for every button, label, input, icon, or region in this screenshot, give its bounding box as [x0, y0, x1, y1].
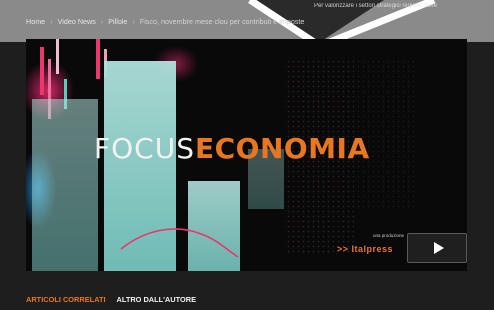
producer-label: una produzione — [373, 233, 405, 238]
page: Per valorizzare i settori strategici reg… — [0, 0, 494, 310]
video-title-focus: FOCUS — [94, 132, 195, 165]
play-icon — [433, 242, 444, 254]
video-title-economia: ECONOMIA — [194, 132, 370, 165]
tab-altro-dall-autore[interactable]: ALTRO DALL'AUTORE — [117, 295, 197, 304]
breadcrumb-video-news-link[interactable]: Video News — [58, 17, 96, 26]
breadcrumb-home-link[interactable]: Home — [26, 17, 45, 26]
breadcrumb-pillole-link[interactable]: Pillole — [108, 17, 127, 26]
breadcrumb: Home › Video News › Pillole › Fisco, nov… — [26, 17, 304, 26]
breadcrumb-current-page: Fisco, novembre mese clou per contributi… — [139, 17, 305, 26]
breadcrumb-separator: › — [100, 17, 104, 26]
play-button[interactable] — [407, 233, 467, 263]
related-tabs: ARTICOLI CORRELATI ALTRO DALL'AUTORE — [26, 295, 196, 304]
breadcrumb-separator: › — [50, 17, 53, 26]
producer-credit: una produzione >> Italpress — [337, 233, 404, 254]
header-snippet-text: Per valorizzare i settori strategici reg… — [314, 3, 438, 9]
video-player[interactable]: FOCUSECONOMIA una produzione >> Italpres… — [26, 39, 467, 271]
tab-articoli-correlati[interactable]: ARTICOLI CORRELATI — [26, 295, 106, 304]
video-title: FOCUSECONOMIA — [94, 135, 370, 163]
breadcrumb-separator: › — [132, 17, 135, 26]
producer-brand-logo: >> Italpress — [337, 244, 394, 254]
